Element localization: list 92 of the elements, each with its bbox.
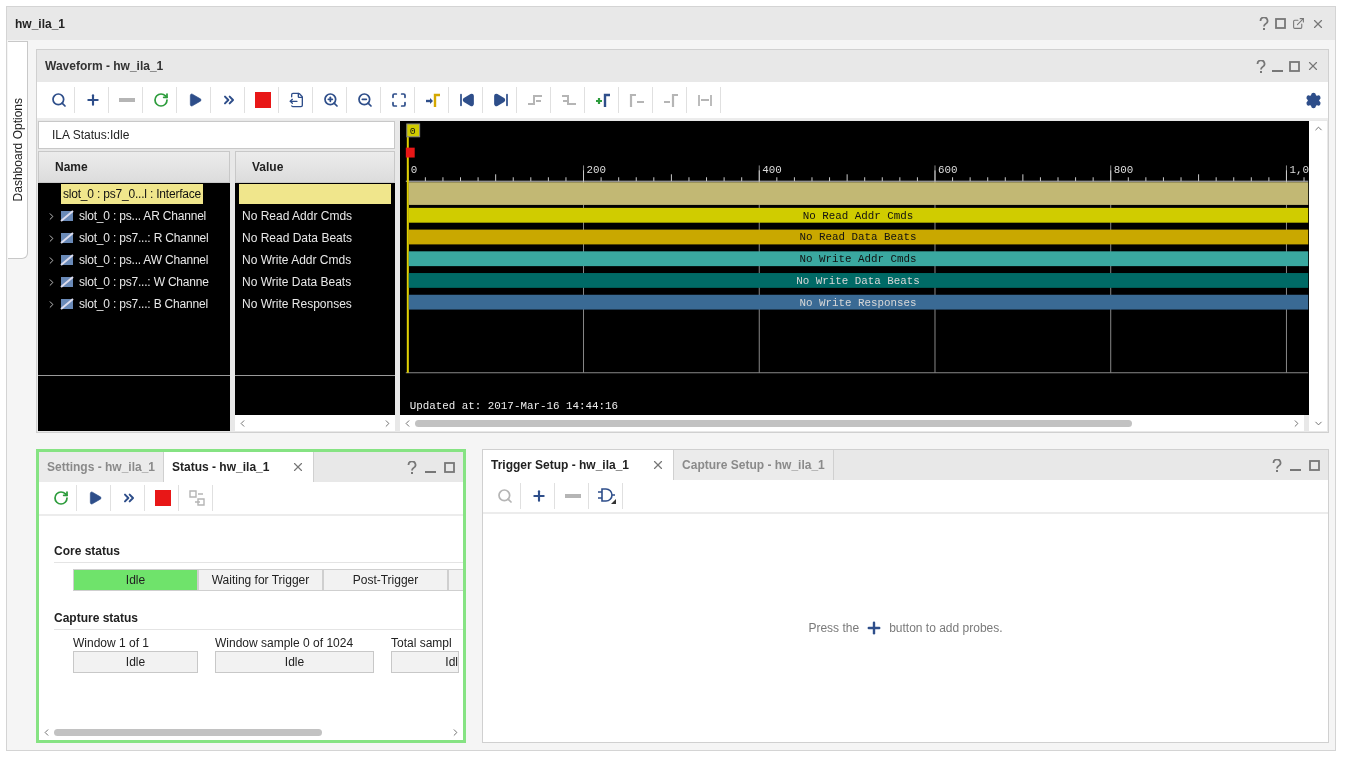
maximize-icon[interactable] (1275, 18, 1286, 29)
float-icon[interactable] (1292, 17, 1305, 30)
section-heading: Capture status (54, 611, 463, 630)
zoom-out-icon (356, 92, 373, 108)
waveform-value: No Write Addr Cmds (799, 253, 917, 266)
zoom-fit-icon (390, 92, 407, 108)
run-immediate-icon (152, 92, 169, 108)
cursor-line[interactable] (406, 136, 409, 373)
scrollbar-thumb[interactable] (54, 728, 322, 736)
help-icon[interactable] (1272, 458, 1282, 472)
stop-icon (154, 490, 171, 506)
close-icon[interactable] (1306, 59, 1320, 73)
run-immediate-icon (52, 490, 69, 506)
add-icon (84, 92, 101, 108)
zoom-in-icon (322, 92, 339, 108)
remove-icon (118, 98, 135, 102)
column-header[interactable]: Name (38, 151, 230, 183)
capture-value: Idle (73, 651, 198, 673)
bus-icon (60, 276, 74, 288)
probe-value: No Write Data Beats (241, 274, 353, 291)
maximize-icon[interactable] (444, 461, 455, 473)
help-icon[interactable] (407, 460, 417, 474)
maximize-icon[interactable] (1289, 60, 1300, 72)
marker-flag[interactable] (405, 147, 415, 158)
add-icon (530, 488, 547, 504)
bus-icon (60, 298, 74, 310)
waveform-value: No Write Responses (799, 296, 917, 309)
probe-value: No Write Responses (241, 296, 353, 313)
add-marker-icon (594, 92, 611, 108)
settings-icon[interactable] (1305, 91, 1322, 109)
go-end-icon (492, 92, 509, 108)
marker-span-icon (696, 92, 713, 108)
core-state (448, 569, 463, 591)
scrollbar-thumb[interactable] (415, 419, 1132, 427)
ruler-label: 0 (410, 164, 418, 177)
core-state: Post-Trigger (323, 569, 448, 591)
capture-label: Total sampl (391, 636, 453, 650)
panel-tab[interactable]: Status - hw_ila_1 (164, 452, 315, 482)
maximize-icon[interactable] (1309, 459, 1320, 471)
swap-icon (188, 490, 205, 506)
probe-name[interactable]: slot_0 : ps7...: W Channe (77, 275, 211, 289)
column-header[interactable]: Value (235, 151, 395, 183)
go-cursor-icon (424, 92, 441, 108)
stop-icon (254, 92, 271, 108)
cursor-label: 0 (409, 125, 416, 137)
ila-status: ILA Status:Idle (38, 121, 395, 149)
export-icon (288, 92, 305, 108)
probe-name[interactable]: slot_0 : ps7...: R Channel (77, 231, 211, 245)
help-icon[interactable] (1256, 59, 1266, 73)
core-state: Waiting for Trigger (198, 569, 323, 591)
side-tab[interactable]: Dashboard Options (8, 41, 28, 259)
probe-value: No Read Addr Cmds (241, 208, 354, 225)
waveform-value: No Write Data Beats (796, 274, 920, 287)
waveform-value: No Read Addr Cmds (802, 209, 914, 222)
search-icon (496, 488, 513, 504)
hint-text: button to add probes. (889, 621, 1003, 635)
ruler-label: 400 (762, 164, 782, 177)
probe-value: No Read Data Beats (241, 230, 354, 247)
panel-tab[interactable]: Trigger Setup - hw_ila_1 (483, 450, 675, 480)
gate-icon (596, 487, 617, 505)
waveform-value: No Read Data Beats (799, 231, 917, 244)
ruler-label: 200 (586, 164, 606, 177)
core-state: Idle (73, 569, 198, 591)
ruler-label: 800 (1113, 164, 1134, 177)
section-heading: Core status (54, 544, 463, 563)
capture-value: Idle (215, 651, 374, 673)
capture-label: Window sample 0 of 1024 (215, 636, 355, 650)
window-title: hw_ila_1 (15, 16, 66, 31)
hint-text: Press the (808, 621, 860, 635)
go-start-icon (458, 92, 475, 108)
bus-icon (60, 232, 74, 244)
prev-marker-icon (628, 92, 645, 108)
ruler-label: 600 (937, 164, 958, 177)
probe-value: No Write Addr Cmds (241, 252, 353, 269)
search-icon (50, 92, 67, 108)
updated-timestamp: Updated at: 2017-Mar-16 14:44:16 (409, 400, 618, 413)
bus-icon (60, 210, 74, 222)
next-transition-icon (560, 92, 577, 108)
capture-value: Idl (391, 651, 459, 673)
capture-label: Window 1 of 1 (73, 636, 151, 650)
next-marker-icon (662, 92, 679, 108)
probe-name[interactable]: slot_0 : ps... AR Channel (77, 209, 209, 223)
probe-name[interactable]: slot_0 : ps... AW Channel (77, 253, 211, 267)
ruler-label: 1,0 (1289, 164, 1309, 177)
probe-name[interactable]: slot_0 : ps7...: B Channel (77, 297, 210, 311)
panel-title: Waveform - hw_ila_1 (45, 59, 164, 73)
prev-transition-icon (526, 92, 543, 108)
cursor-flag[interactable] (406, 123, 421, 138)
help-icon[interactable] (1259, 17, 1269, 30)
probe-name[interactable]: slot_0 : ps7_0...l : Interface (61, 184, 204, 204)
remove-icon (564, 494, 581, 498)
bus-icon (60, 254, 74, 266)
